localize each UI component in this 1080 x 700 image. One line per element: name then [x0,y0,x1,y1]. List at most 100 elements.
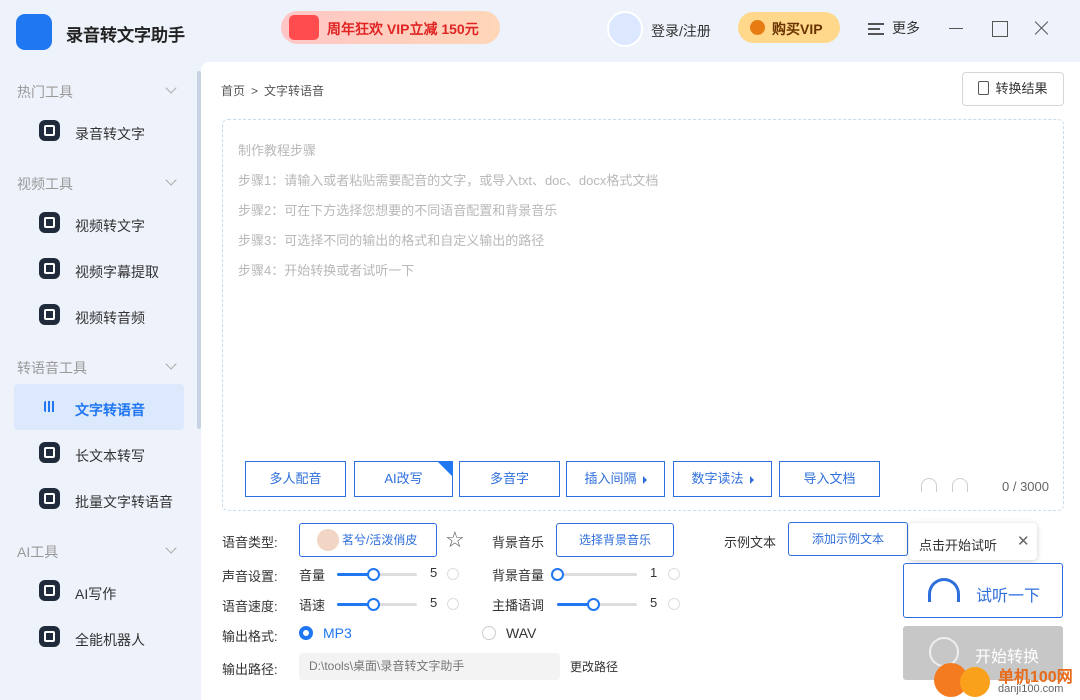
app-logo-icon [16,14,52,50]
caret-right-icon [642,475,647,484]
bg-volume-value: 1 [650,565,658,580]
sidebar-section[interactable]: 视频工具 [0,154,201,200]
voice-name: 茗兮/活泼俏皮 [342,533,418,547]
promo-banner[interactable]: 周年狂欢 VIP立减 150元 [281,11,500,44]
breadcrumb-home[interactable]: 首页 [221,84,245,98]
output-path-field[interactable]: D:\tools\桌面\录音转文字助手 [299,653,560,680]
more-menu[interactable]: 更多 [868,18,920,38]
volume-knob[interactable] [367,568,380,581]
conversion-result-button[interactable]: 转换结果 [962,72,1064,106]
chevron-down-icon [165,358,177,370]
sidebar-section[interactable]: AI工具 [0,522,201,568]
undo-icon[interactable] [921,478,937,492]
ai-rewrite-label: AI改写 [384,471,423,486]
sidebar-section-label: 转语音工具 [17,360,87,376]
sidebar-item[interactable]: 批量文字转语音 [0,476,201,522]
watermark-logo-icon [960,667,990,697]
video-text-icon [39,212,60,233]
volume-label: 音量 [299,568,326,583]
insert-pause-button[interactable]: 插入间隔 [566,461,665,497]
chevron-down-icon [165,82,177,94]
robot-icon [39,626,60,647]
voice-select-button[interactable]: 茗兮/活泼俏皮 [299,523,437,557]
output-format-label: 输出格式: [222,629,278,644]
speed-slider[interactable] [337,598,417,611]
voice-avatar [317,529,339,551]
breadcrumb: 首页 > 文字转语音 [221,82,324,99]
ai-write-icon [39,580,60,601]
volume-slider-row: 音量 5 [299,564,469,584]
sidebar-section[interactable]: 转语音工具 [0,338,201,384]
minimize-button[interactable] [946,18,966,38]
sidebar-section-label: 热门工具 [17,84,73,100]
char-counter: 0 / 3000 [1002,479,1049,494]
ai-rewrite-button[interactable]: AI改写 [354,461,453,497]
sidebar-section-label: AI工具 [17,544,59,560]
listen-label: 试听一下 [976,588,1041,605]
import-doc-button[interactable]: 导入文档 [779,461,880,497]
star-icon[interactable]: ☆ [445,527,465,553]
bg-music-button-label: 选择背景音乐 [578,533,651,547]
change-path-link[interactable]: 更改路径 [570,658,618,675]
pitch-knob[interactable] [587,598,600,611]
tooltip-close-icon[interactable]: ✕ [1017,532,1030,550]
import-doc-label: 导入文档 [803,471,856,486]
number-read-button[interactable]: 数字读法 [673,461,772,497]
tooltip-text: 点击开始试听 [919,538,998,553]
sidebar-item-label: AI写作 [75,586,117,602]
sidebar-item[interactable]: 长文本转写 [0,430,201,476]
volume-reset-icon[interactable] [447,568,459,580]
site-watermark: 单机100网 danji100.com [932,661,1080,700]
sidebar-item[interactable]: 视频转文字 [0,200,201,246]
sidebar-item-label: 视频字幕提取 [75,264,159,280]
bg-music-button[interactable]: 选择背景音乐 [556,523,674,557]
caret-right-icon [749,475,754,484]
add-sample-text-button[interactable]: 添加示例文本 [788,522,908,556]
bg-music-label: 背景音乐 [492,535,545,550]
bg-volume-slider[interactable] [551,568,637,581]
promo-text: 周年狂欢 VIP立减 150元 [327,21,479,37]
watermark-url: danji100.com [998,683,1064,695]
login-link[interactable]: 登录/注册 [651,21,711,41]
text-editor[interactable]: 制作教程步骤 步骤1：请输入或者粘贴需要配音的文字，或导入txt、doc、doc… [222,119,1064,511]
pitch-value: 5 [650,595,658,610]
output-path-label: 输出路径: [222,662,278,677]
mp3-label[interactable]: MP3 [323,625,352,641]
speed-knob[interactable] [367,598,380,611]
sidebar-section[interactable]: 热门工具 [0,62,201,108]
video-audio-icon [39,304,60,325]
multi-voice-button[interactable]: 多人配音 [245,461,346,497]
bg-volume-knob[interactable] [551,568,564,581]
pitch-reset-icon[interactable] [668,598,680,610]
wav-radio[interactable] [482,626,496,640]
sidebar-item[interactable]: 全能机器人 [0,614,201,660]
sidebar-item[interactable]: 视频字幕提取 [0,246,201,292]
sidebar-item[interactable]: 文字转语音 [14,384,184,430]
more-label: 更多 [892,20,920,36]
sidebar-item[interactable]: 视频转音频 [0,292,201,338]
polyphone-button[interactable]: 多音字 [459,461,560,497]
bg-volume-reset-icon[interactable] [668,568,680,580]
pitch-slider-row: 主播语调 5 [492,594,692,614]
maximize-button[interactable] [989,18,1009,38]
speed-label: 语速 [299,598,326,613]
volume-slider[interactable] [337,568,417,581]
wav-label[interactable]: WAV [506,625,536,641]
mp3-radio[interactable] [299,626,313,640]
sidebar-item-label: 批量文字转语音 [75,494,173,510]
buy-vip-button[interactable]: 购买VIP [738,12,840,43]
close-button[interactable] [1031,18,1051,38]
speed-reset-icon[interactable] [447,598,459,610]
listen-button[interactable]: 试听一下 [903,563,1063,618]
headphone-icon [928,578,960,602]
sidebar-item[interactable]: 录音转文字 [0,108,201,154]
pitch-slider[interactable] [557,598,637,611]
bg-volume-slider-row: 背景音量 1 [492,564,692,584]
text-icon [39,120,60,141]
redo-icon[interactable] [952,478,968,492]
voice-wave-icon [39,396,60,417]
title-bar: 录音转文字助手 周年狂欢 VIP立减 150元 登录/注册 购买VIP 更多 [0,0,1080,62]
sidebar-item[interactable]: AI写作 [0,568,201,614]
user-avatar[interactable] [607,11,643,47]
speed-slider-row: 语速 5 [299,594,469,614]
